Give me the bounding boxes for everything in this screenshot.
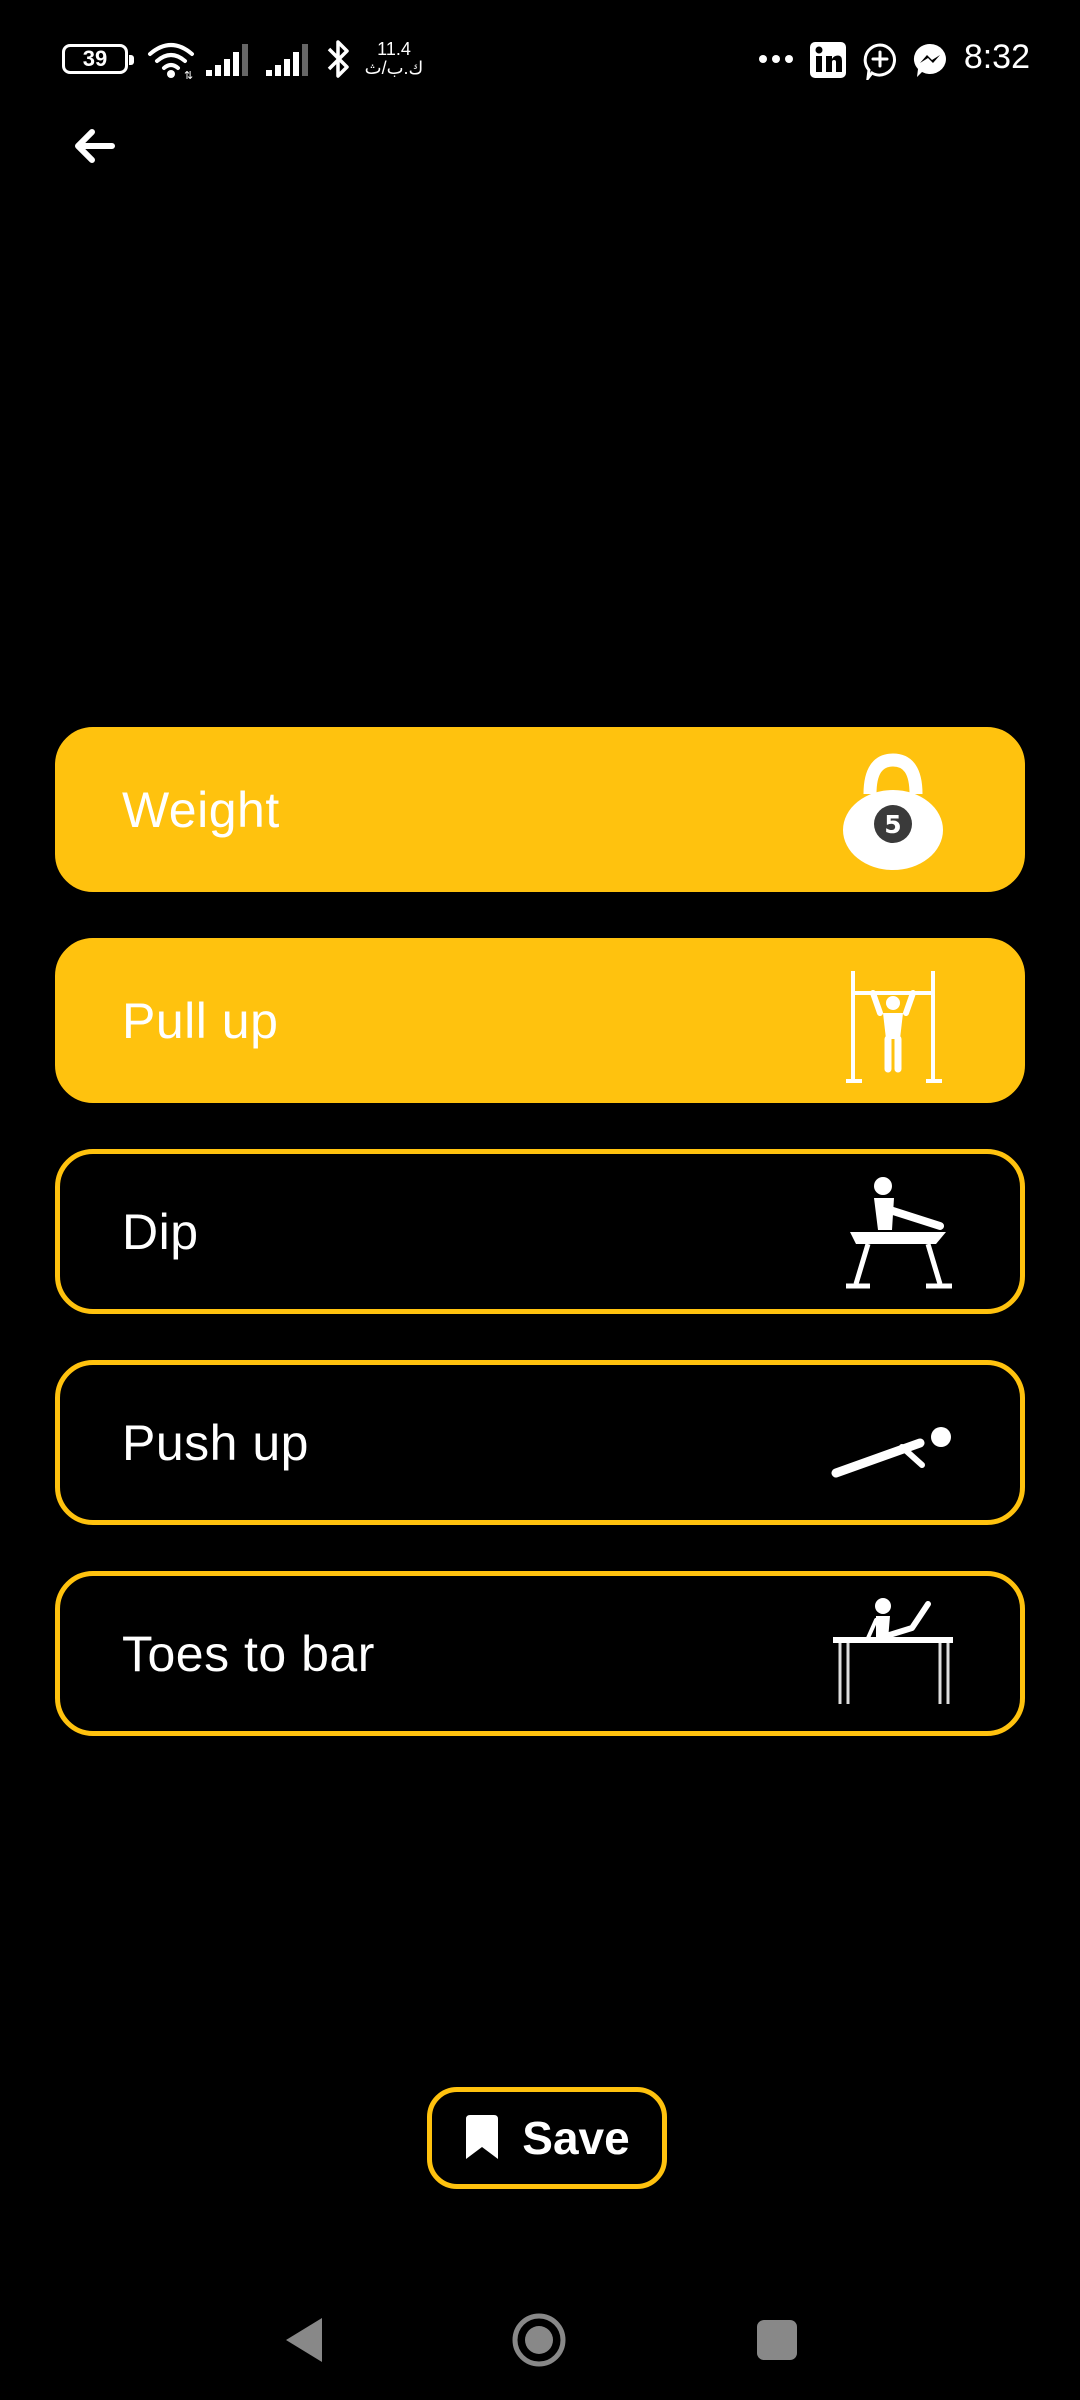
exercise-option-push-up[interactable]: Push up — [55, 1360, 1025, 1525]
more-icon — [759, 55, 793, 63]
nav-home-icon[interactable] — [509, 2310, 569, 2370]
bookmark-icon — [466, 2115, 499, 2159]
status-bar: 39 ⇅ 11.4 ك.ب/ث 8:32 — [0, 0, 1080, 120]
exercise-option-dip[interactable]: Dip — [55, 1149, 1025, 1314]
nav-recents-icon[interactable] — [747, 2310, 807, 2370]
exercise-label: Dip — [122, 1203, 199, 1260]
kettlebell-icon: 5 — [843, 753, 943, 870]
arrow-left-icon — [75, 129, 115, 163]
svg-text:5: 5 — [884, 810, 901, 839]
linkedin-icon — [810, 42, 846, 78]
save-button[interactable]: Save — [427, 2087, 667, 2189]
nav-back-icon[interactable] — [274, 2310, 334, 2370]
bluetooth-icon — [327, 40, 349, 78]
back-button[interactable] — [66, 118, 126, 178]
network-speed: 11.4 ك.ب/ث — [364, 39, 424, 78]
pull-up-icon — [846, 971, 942, 1083]
dip-icon — [846, 1177, 952, 1289]
exercise-option-pull-up[interactable]: Pull up — [55, 938, 1025, 1103]
chat-add-icon — [863, 43, 896, 80]
navigation-bar — [0, 2280, 1080, 2390]
signal-icon — [206, 44, 248, 76]
save-label: Save — [522, 2112, 630, 2164]
clock: 8:32 — [963, 38, 1030, 76]
exercise-label: Push up — [122, 1414, 309, 1471]
exercise-label: Pull up — [122, 992, 279, 1049]
exercise-label: Weight — [122, 781, 280, 838]
exercise-label: Toes to bar — [122, 1625, 375, 1682]
exercise-option-toes-to-bar[interactable]: Toes to bar — [55, 1571, 1025, 1736]
toes-to-bar-icon — [833, 1598, 953, 1704]
wifi-icon: ⇅ — [148, 43, 194, 80]
signal-icon — [266, 44, 308, 76]
exercise-list: Weight 5 Pull up Dip Push up Toes to bar — [55, 727, 1025, 1782]
exercise-option-weight[interactable]: Weight 5 — [55, 727, 1025, 892]
svg-text:⇅: ⇅ — [184, 69, 193, 80]
messenger-icon — [913, 43, 946, 77]
push-up-icon — [831, 1427, 951, 1478]
battery-icon: 39 — [62, 44, 134, 74]
